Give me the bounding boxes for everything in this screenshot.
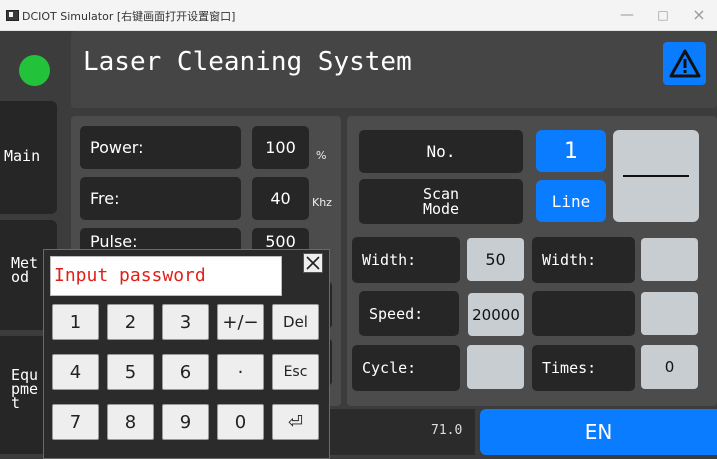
key-3[interactable]: 3 — [162, 304, 209, 340]
frequency-value[interactable]: 40 — [252, 177, 309, 220]
scan-pattern-preview — [613, 130, 699, 222]
status-led — [19, 55, 50, 86]
warning-triangle-icon — [669, 49, 700, 77]
close-window-button[interactable]: × — [684, 4, 714, 26]
times-label: Times: — [532, 345, 635, 391]
footer-status-bar: 71.0 — [330, 409, 475, 455]
key-7[interactable]: 7 — [52, 404, 99, 440]
power-label: Power: — [80, 126, 241, 169]
key-decimal[interactable]: · — [217, 354, 264, 390]
width-value[interactable]: 50 — [467, 238, 524, 281]
footer-reading: 71.0 — [431, 423, 463, 438]
window-title: DCIOT Simulator [右键画面打开设置窗口] — [22, 10, 236, 23]
times-value[interactable]: 0 — [641, 345, 698, 389]
recipe-number-value[interactable]: 1 — [536, 130, 606, 172]
speed-label: Speed: — [359, 291, 459, 336]
page-title: Laser Cleaning System — [83, 47, 412, 77]
key-6[interactable]: 6 — [162, 354, 209, 390]
speed-value[interactable]: 20000 — [468, 293, 524, 336]
key-4[interactable]: 4 — [52, 354, 99, 390]
power-unit: % — [316, 149, 327, 162]
key-9[interactable]: 9 — [162, 404, 209, 440]
key-plus-minus[interactable]: +/− — [217, 304, 264, 340]
close-x-icon — [306, 256, 320, 270]
recipe-number-label: No. — [359, 130, 523, 173]
key-delete[interactable]: Del — [272, 304, 319, 340]
key-1[interactable]: 1 — [52, 304, 99, 340]
key-5[interactable]: 5 — [107, 354, 154, 390]
width2-value[interactable] — [641, 238, 698, 281]
minimize-button[interactable]: — — [612, 4, 642, 26]
key-enter[interactable]: ⏎ — [272, 404, 319, 440]
line-pattern-icon — [623, 175, 689, 177]
width-label: Width: — [352, 237, 460, 283]
password-keypad: Input password 1 2 3 +/− Del 4 5 6 · Esc… — [43, 249, 330, 459]
keypad-close-button[interactable] — [303, 253, 323, 273]
sidebar-item-main[interactable]: Main — [0, 101, 57, 214]
language-button[interactable]: EN — [480, 409, 717, 455]
key-escape[interactable]: Esc — [272, 354, 319, 390]
hmi-screen: Laser Cleaning System Main Met od Equ pm… — [0, 31, 717, 459]
maximize-button[interactable]: □ — [648, 4, 678, 26]
alarm-button[interactable] — [663, 42, 706, 85]
key-0[interactable]: 0 — [217, 404, 264, 440]
key-8[interactable]: 8 — [107, 404, 154, 440]
scan-mode-label: Scan Mode — [359, 179, 523, 224]
frequency-label: Fre: — [80, 177, 241, 220]
empty-label-field — [532, 291, 635, 336]
power-value[interactable]: 100 — [252, 126, 309, 169]
empty-value-field[interactable] — [641, 292, 698, 335]
app-icon — [6, 10, 19, 21]
cycle-value[interactable] — [467, 345, 524, 389]
window-titlebar: DCIOT Simulator [右键画面打开设置窗口] — □ × — [0, 0, 717, 31]
key-2[interactable]: 2 — [107, 304, 154, 340]
scan-mode-value[interactable]: Line — [536, 180, 606, 222]
frequency-unit: Khz — [312, 196, 332, 209]
cycle-label: Cycle: — [352, 345, 460, 391]
width2-label: Width: — [532, 237, 635, 283]
password-input[interactable]: Input password — [50, 256, 282, 296]
